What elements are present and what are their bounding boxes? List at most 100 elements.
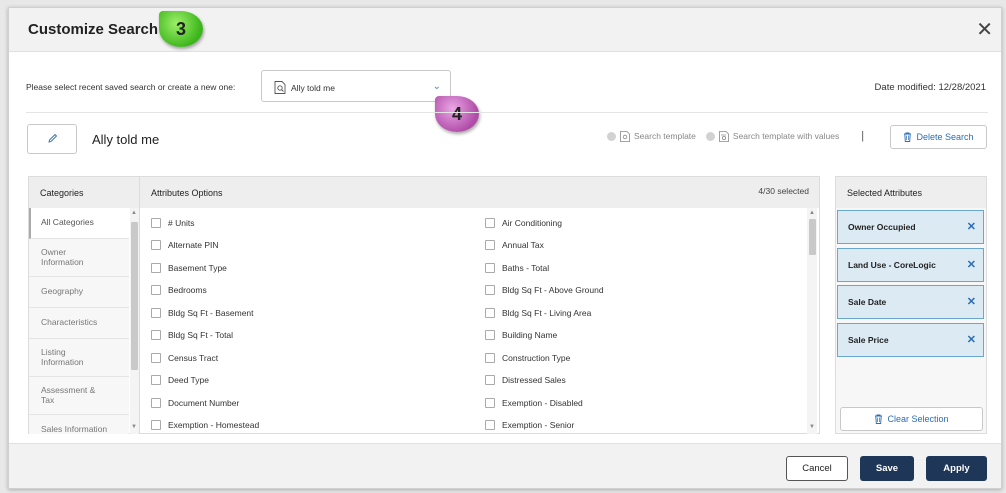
attributes-scrollbar[interactable]: ▲ ▼	[807, 208, 817, 434]
scroll-up-icon[interactable]: ▲	[131, 210, 137, 216]
attr-checkbox[interactable]: Exemption - Homestead	[151, 420, 259, 430]
attr-checkbox[interactable]: Bldg Sq Ft - Above Ground	[485, 285, 604, 295]
attr-checkbox[interactable]: Deed Type	[151, 375, 209, 385]
scroll-down-icon[interactable]: ▼	[131, 424, 137, 430]
scroll-down-icon[interactable]: ▼	[809, 424, 815, 430]
attr-checkbox[interactable]: Bldg Sq Ft - Basement	[151, 308, 254, 318]
checkbox-icon[interactable]	[151, 218, 161, 228]
attr-checkbox[interactable]: Exemption - Disabled	[485, 398, 583, 408]
remove-icon[interactable]: ✕	[967, 333, 976, 346]
attr-label: Document Number	[168, 398, 240, 408]
attr-checkbox[interactable]: Basement Type	[151, 263, 227, 273]
saved-search-dropdown[interactable]: Ally told me ⌄	[261, 70, 451, 102]
attributes-title: Attributes Options	[151, 188, 223, 198]
attr-label: Baths - Total	[502, 263, 550, 273]
attr-label: Building Name	[502, 330, 558, 340]
checkbox-icon[interactable]	[151, 330, 161, 340]
checkbox-icon[interactable]	[151, 353, 161, 363]
scroll-thumb[interactable]	[131, 222, 138, 370]
attr-checkbox[interactable]: Baths - Total	[485, 263, 549, 273]
attr-label: Air Conditioning	[502, 218, 563, 228]
clear-selection-button[interactable]: Clear Selection	[840, 407, 983, 431]
categories-header: Categories	[29, 177, 140, 208]
attr-label: Bldg Sq Ft - Living Area	[502, 308, 592, 318]
dialog-title: Customize Search	[28, 21, 159, 38]
dialog-footer: Cancel Save Apply	[9, 443, 1001, 488]
attr-checkbox[interactable]: Bldg Sq Ft - Living Area	[485, 308, 591, 318]
category-label: Characteristics	[41, 317, 98, 328]
category-owner-information[interactable]: Owner Information	[29, 239, 129, 277]
attr-checkbox[interactable]: Building Name	[485, 330, 557, 340]
radio-search-template-label: Search template	[634, 131, 696, 141]
selected-item: Sale Date ✕	[837, 285, 984, 319]
category-all[interactable]: All Categories	[29, 208, 129, 239]
selected-item: Land Use - CoreLogic ✕	[837, 248, 984, 282]
category-listing-information[interactable]: Listing Information	[29, 339, 129, 377]
apply-button[interactable]: Apply	[926, 456, 987, 481]
attr-checkbox[interactable]: Construction Type	[485, 353, 570, 363]
checkbox-icon[interactable]	[151, 375, 161, 385]
remove-icon[interactable]: ✕	[967, 258, 976, 271]
attr-label: Distressed Sales	[502, 375, 566, 385]
categories-list: All Categories Owner Information Geograp…	[29, 208, 140, 434]
attr-label: Alternate PIN	[168, 240, 219, 250]
checkbox-icon[interactable]	[485, 263, 495, 273]
checkbox-icon[interactable]	[485, 420, 495, 430]
attr-checkbox[interactable]: Bedrooms	[151, 285, 207, 295]
checkbox-icon[interactable]	[485, 330, 495, 340]
edit-name-button[interactable]	[27, 124, 77, 154]
remove-icon[interactable]: ✕	[967, 295, 976, 308]
category-assessment-tax[interactable]: Assessment & Tax	[29, 377, 129, 415]
checkbox-icon[interactable]	[151, 285, 161, 295]
attr-checkbox[interactable]: # Units	[151, 218, 194, 228]
selected-item: Sale Price ✕	[837, 323, 984, 357]
category-label: Owner Information	[41, 246, 84, 267]
checkbox-icon[interactable]	[485, 218, 495, 228]
save-button[interactable]: Save	[860, 456, 914, 481]
checkbox-icon[interactable]	[485, 375, 495, 385]
attr-checkbox[interactable]: Exemption - Senior	[485, 420, 574, 430]
attr-label: Deed Type	[168, 375, 209, 385]
chevron-down-icon: ⌄	[432, 81, 441, 92]
attr-label: Exemption - Senior	[502, 420, 575, 430]
remove-icon[interactable]: ✕	[967, 220, 976, 233]
attr-checkbox[interactable]: Alternate PIN	[151, 240, 219, 250]
template-icon	[620, 130, 630, 142]
checkbox-icon[interactable]	[151, 398, 161, 408]
attr-label: Exemption - Homestead	[168, 420, 260, 430]
attr-checkbox[interactable]: Air Conditioning	[485, 218, 562, 228]
checkbox-icon[interactable]	[151, 308, 161, 318]
category-geography[interactable]: Geography	[29, 277, 129, 308]
attr-checkbox[interactable]: Bldg Sq Ft - Total	[151, 330, 233, 340]
attr-checkbox[interactable]: Distressed Sales	[485, 375, 566, 385]
radio-search-template-values-label: Search template with values	[732, 131, 840, 141]
category-characteristics[interactable]: Characteristics	[29, 308, 129, 339]
category-label: Listing Information	[41, 346, 84, 367]
date-modified-label: Date modified:	[874, 82, 936, 93]
radio-search-template[interactable]: Search template	[607, 130, 696, 142]
scroll-thumb[interactable]	[809, 219, 816, 255]
radio-search-template-values[interactable]: Search template with values	[705, 130, 840, 142]
attr-label: Bedrooms	[168, 285, 207, 295]
cancel-button[interactable]: Cancel	[786, 456, 848, 481]
scroll-up-icon[interactable]: ▲	[809, 210, 815, 216]
clear-selection-label: Clear Selection	[887, 414, 949, 424]
checkbox-icon[interactable]	[485, 398, 495, 408]
checkbox-icon[interactable]	[151, 240, 161, 250]
categories-scrollbar[interactable]: ▲ ▼	[130, 208, 139, 434]
delete-search-button[interactable]: Delete Search	[890, 125, 987, 149]
close-icon[interactable]: ✕	[976, 17, 993, 42]
checkbox-icon[interactable]	[485, 240, 495, 250]
search-name: Ally told me	[92, 132, 160, 147]
attr-checkbox[interactable]: Annual Tax	[485, 240, 544, 250]
checkbox-icon[interactable]	[485, 308, 495, 318]
checkbox-icon[interactable]	[151, 263, 161, 273]
category-sales-information[interactable]: Sales Information	[29, 415, 129, 434]
selected-attributes-title: Selected Attributes	[847, 188, 923, 198]
attr-checkbox[interactable]: Document Number	[151, 398, 239, 408]
attr-checkbox[interactable]: Census Tract	[151, 353, 218, 363]
checkbox-icon[interactable]	[151, 420, 161, 430]
selected-item-label: Owner Occupied	[848, 222, 916, 232]
checkbox-icon[interactable]	[485, 353, 495, 363]
checkbox-icon[interactable]	[485, 285, 495, 295]
